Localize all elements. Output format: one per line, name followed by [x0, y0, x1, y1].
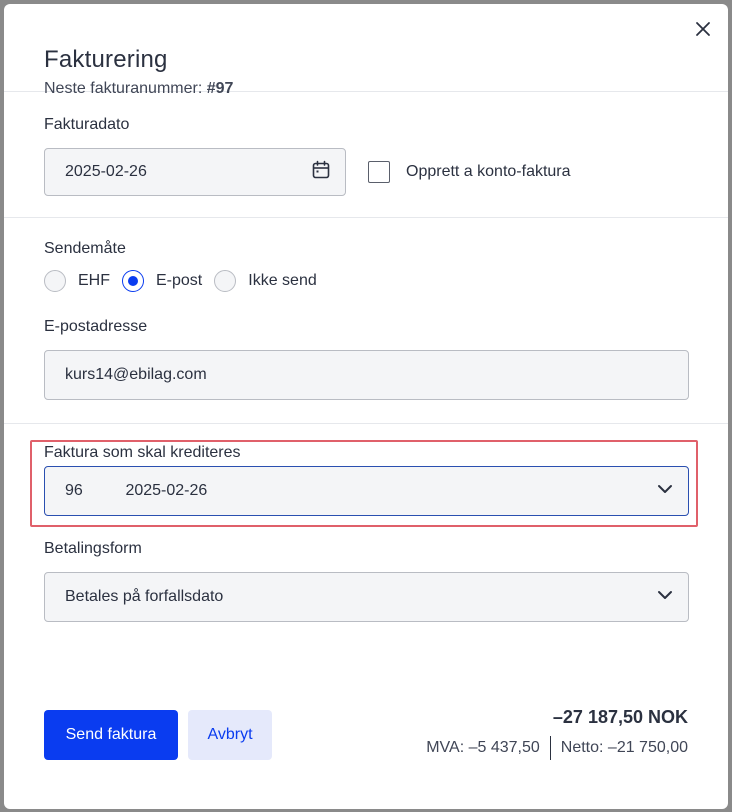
- calendar-icon[interactable]: [311, 160, 331, 185]
- totals: –27 187,50 NOK MVA: –5 437,50 Netto: –21…: [426, 707, 688, 760]
- radio-ikke-send[interactable]: [214, 270, 237, 292]
- send-method-radio-group: EHF E-post Ikke send: [44, 270, 688, 292]
- modal-header: Fakturering Neste fakturanummer: #97: [4, 4, 728, 97]
- email-label: E-postadresse: [44, 318, 148, 335]
- invoice-date-section: Fakturadato 2025-02-26 Opprett a konto-f…: [4, 92, 728, 218]
- invoice-date-value: 2025-02-26: [65, 163, 147, 180]
- payment-label: Betalingsform: [44, 540, 142, 557]
- credit-section: Faktura som skal krediteres 96 2025-02-2…: [4, 424, 728, 622]
- radio-email[interactable]: [122, 270, 144, 292]
- a-konto-checkbox[interactable]: [368, 161, 390, 183]
- credit-invoice-highlight: [30, 440, 698, 527]
- a-konto-label: Opprett a konto-faktura: [406, 163, 571, 180]
- modal-title: Fakturering: [44, 46, 168, 73]
- cancel-button[interactable]: Avbryt: [188, 710, 272, 760]
- next-invoice-value: #97: [206, 80, 234, 97]
- close-icon[interactable]: [694, 20, 712, 38]
- radio-ehf-label: EHF: [78, 272, 110, 289]
- payment-select[interactable]: Betales på forfallsdato: [44, 572, 689, 622]
- invoice-modal: Fakturering Neste fakturanummer: #97 Fak…: [4, 4, 728, 809]
- send-method-section: Sendemåte EHF E-post Ikke send E-postadr…: [4, 218, 728, 424]
- payment-value: Betales på forfallsdato: [65, 588, 224, 605]
- chevron-down-icon[interactable]: [656, 586, 674, 609]
- totals-breakdown: MVA: –5 437,50 Netto: –21 750,00: [426, 736, 688, 760]
- email-value: kurs14@ebilag.com: [65, 366, 207, 383]
- total-amount: –27 187,50 NOK: [552, 707, 688, 727]
- totals-divider: [549, 736, 551, 760]
- next-invoice-label: Neste fakturanummer:: [44, 80, 203, 97]
- email-field[interactable]: kurs14@ebilag.com: [44, 350, 689, 400]
- radio-email-label: E-post: [156, 272, 203, 289]
- invoice-date-input[interactable]: 2025-02-26: [44, 148, 346, 196]
- radio-ikke-send-label: Ikke send: [248, 272, 317, 289]
- radio-ehf[interactable]: [44, 270, 66, 292]
- send-method-label: Sendemåte: [44, 240, 126, 257]
- send-invoice-button[interactable]: Send faktura: [44, 710, 178, 760]
- net-amount: Netto: –21 750,00: [560, 739, 688, 756]
- vat-amount: MVA: –5 437,50: [426, 739, 540, 756]
- invoice-date-label: Fakturadato: [44, 116, 130, 133]
